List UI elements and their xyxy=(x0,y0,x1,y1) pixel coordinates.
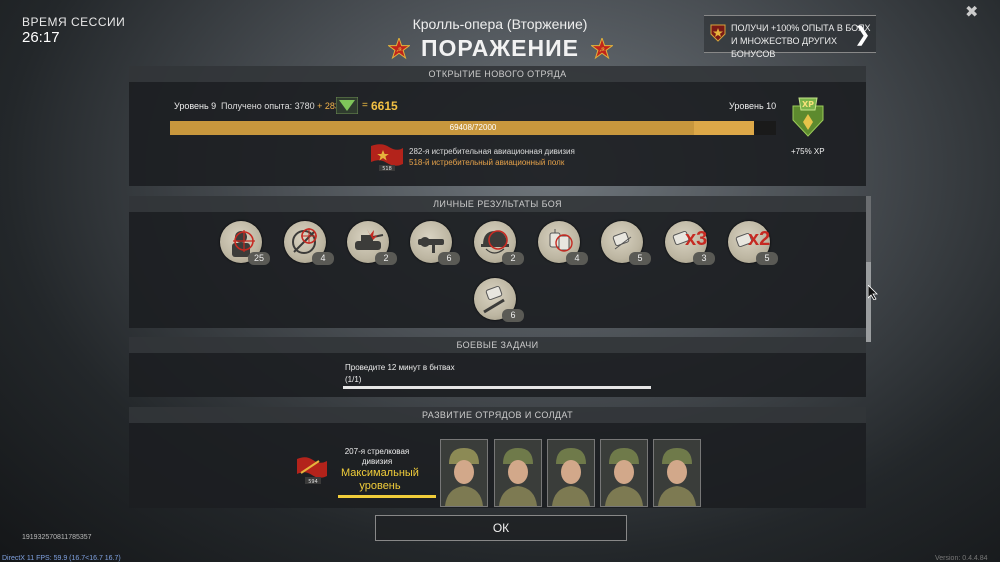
soldier-portrait-4[interactable] xyxy=(600,439,648,507)
level-progress-bar: 69408/72000 xyxy=(170,121,776,135)
award-count: 6 xyxy=(502,309,524,322)
xp-badge-text: XP xyxy=(802,100,814,109)
xp-base-label: Получено опыта: 3780 xyxy=(221,101,315,111)
award-1[interactable]: 25 xyxy=(220,221,270,265)
max-level-line-2: уровень xyxy=(359,480,401,492)
award-count: 4 xyxy=(566,252,588,265)
award-7[interactable]: 5 xyxy=(601,221,651,265)
development-unit-name-line-1: 207-я стрелковая xyxy=(344,447,410,456)
max-level-bar xyxy=(338,495,436,498)
section-header-personal-results: ЛИЧНЫЕ РЕЗУЛЬТАТЫ БОЯ xyxy=(129,196,866,212)
soldier-face-icon xyxy=(441,440,487,506)
award-10[interactable]: 6 xyxy=(474,278,524,322)
task-description: Проведите 12 минут в бнтвах xyxy=(345,363,455,372)
development-unit-name: 207-я стрелковая дивизия xyxy=(337,447,417,467)
award-count: 3 xyxy=(693,252,715,265)
soldier-portrait-5[interactable] xyxy=(653,439,701,507)
xp-earned-text: Получено опыта: 3780 + 2835 xyxy=(221,101,345,111)
max-level-line-1: Максимальный xyxy=(341,467,419,479)
award-9[interactable]: x2 5 xyxy=(728,221,778,265)
soviet-star-icon-left: ☭ xyxy=(388,38,410,60)
division-flag-number: 594 xyxy=(308,479,318,485)
current-level-label: Уровень 9 xyxy=(174,101,217,111)
max-level-label: Максимальный уровень xyxy=(333,467,427,493)
award-count: 6 xyxy=(438,252,460,265)
award-3[interactable]: 2 xyxy=(347,221,397,265)
task-progress: (1/1) xyxy=(345,375,362,384)
results-panel[interactable]: ОТКРЫТИЕ НОВОГО ОТРЯДА Уровень 9 Получен… xyxy=(129,66,872,508)
fps-counter: DirectX 11 FPS: 59.9 (16.7<16.7 16.7) xyxy=(2,555,121,562)
award-multiplier-mark: x3 xyxy=(685,228,708,250)
award-2[interactable]: 4 xyxy=(284,221,334,265)
regiment-name: 518-й истребительный авиационный полк xyxy=(409,158,565,167)
division-flag-icon: 594 xyxy=(297,457,327,485)
chevron-right-icon[interactable]: ❯ xyxy=(854,22,871,47)
xp-boost-text: +75% XP xyxy=(791,147,825,156)
section-header-battle-tasks: БОЕВЫЕ ЗАДАЧИ xyxy=(129,337,866,353)
task-progress-bar xyxy=(343,386,651,389)
division-name: 282-я истребительная авиационная дивизия xyxy=(409,147,575,156)
award-count: 2 xyxy=(375,252,397,265)
xp-total-value: 6615 xyxy=(371,99,398,113)
soviet-star-icon-right: ☭ xyxy=(591,38,613,60)
version-label: Version: 0.4.4.84 xyxy=(935,555,988,562)
session-id: 1919325708117853​57 xyxy=(22,534,92,541)
squad-flag-number: 518 xyxy=(382,166,392,172)
award-count: 2 xyxy=(502,252,524,265)
soldier-face-icon xyxy=(601,440,647,506)
soldier-portrait-1[interactable] xyxy=(440,439,488,507)
rank-chevron-icon xyxy=(336,97,358,114)
award-4[interactable]: 6 xyxy=(410,221,460,265)
svg-text:☭: ☭ xyxy=(396,46,402,54)
award-6[interactable]: 4 xyxy=(538,221,588,265)
squad-flag-icon: 518 xyxy=(371,144,403,172)
svg-text:☭: ☭ xyxy=(599,46,605,54)
award-count: 25 xyxy=(248,252,270,265)
award-multiplier-mark: x2 xyxy=(748,228,771,250)
close-icon[interactable]: ✖ xyxy=(965,2,978,22)
award-8[interactable]: x3 3 xyxy=(665,221,715,265)
soldier-portrait-3[interactable] xyxy=(547,439,595,507)
xp-plus-sign: + xyxy=(317,101,323,111)
scrollbar-thumb[interactable] xyxy=(866,262,871,342)
soldier-face-icon xyxy=(548,440,594,506)
section-header-development: РАЗВИТИЕ ОТРЯДОВ И СОЛДАТ xyxy=(129,407,866,423)
premium-promo-banner[interactable]: ПОЛУЧИ +100% ОПЫТА В БОЯХ И МНОЖЕСТВО ДР… xyxy=(704,15,876,59)
battle-tasks-section xyxy=(129,353,866,397)
xp-boost-badge-icon: XP xyxy=(792,97,824,137)
soldier-portrait-2[interactable] xyxy=(494,439,542,507)
soldier-face-icon xyxy=(654,440,700,506)
premium-badge-icon xyxy=(710,24,726,42)
next-level-label: Уровень 10 xyxy=(729,101,777,111)
award-count: 4 xyxy=(312,252,334,265)
award-count: 5 xyxy=(629,252,651,265)
soldier-face-icon xyxy=(495,440,541,506)
level-progress-text: 69408/72000 xyxy=(449,123,497,132)
section-header-new-squad: ОТКРЫТИЕ НОВОГО ОТРЯДА xyxy=(129,66,866,82)
award-5[interactable]: 2 xyxy=(474,221,524,265)
xp-equals-sign: = xyxy=(362,100,368,111)
ok-button[interactable]: ОК xyxy=(375,515,627,541)
development-unit-name-line-2: дивизия xyxy=(361,457,393,466)
award-count: 5 xyxy=(756,252,778,265)
mouse-cursor-icon xyxy=(868,285,878,300)
